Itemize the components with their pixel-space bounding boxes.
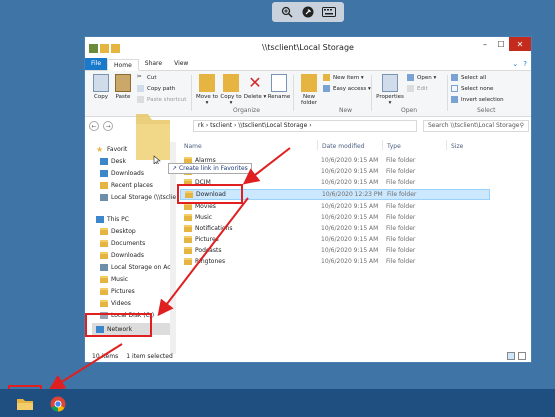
chrome-icon xyxy=(50,396,66,412)
annotation-arrows xyxy=(48,147,291,391)
file-explorer-taskbar-button[interactable] xyxy=(13,393,37,415)
chrome-taskbar-button[interactable] xyxy=(46,393,70,415)
folder-icon xyxy=(17,399,33,410)
taskbar xyxy=(0,389,555,417)
